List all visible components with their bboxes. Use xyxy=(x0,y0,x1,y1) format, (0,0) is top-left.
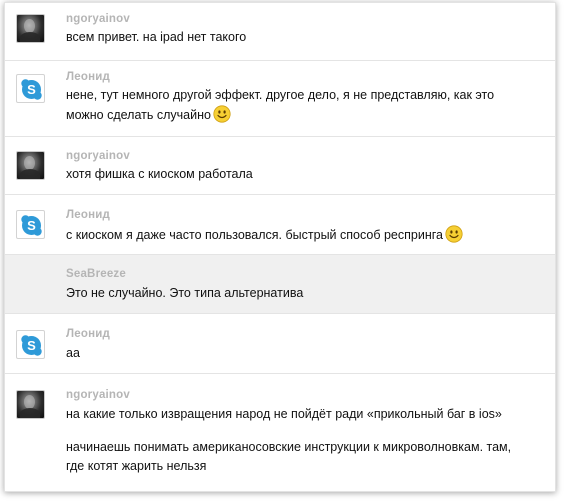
message-line: с киоском я даже часто пользовался. быст… xyxy=(66,228,443,242)
smiley-icon xyxy=(213,105,231,123)
message-line: Это не случайно. Это типа альтернатива xyxy=(66,286,304,300)
skype-logo-icon: S xyxy=(21,79,42,100)
message-line: можно сделать случайно xyxy=(66,108,211,122)
message-text: с киоском я даже часто пользовался. быст… xyxy=(66,225,544,245)
svg-text:S: S xyxy=(27,82,36,97)
message-line: на какие только извращения народ не пойд… xyxy=(66,407,502,421)
chat-message: ngoryainov всем привет. на ipad нет тако… xyxy=(5,3,555,61)
message-line: аа xyxy=(66,346,80,360)
chat-message: S Леонид аа xyxy=(5,314,555,374)
skype-logo-avatar: S xyxy=(16,330,45,359)
sender-name: Леонид xyxy=(66,209,111,221)
message-text: Это не случайно. Это типа альтернатива xyxy=(66,284,544,303)
smiley-icon xyxy=(445,225,463,243)
user-photo-avatar xyxy=(16,151,45,180)
message-text: на какие только извращения народ не пойд… xyxy=(66,405,544,424)
skype-logo-icon: S xyxy=(21,215,42,236)
chat-message: S Леонид с киоском я даже часто пользова… xyxy=(5,195,555,255)
chat-message: S Леонид нене, тут немного другой эффект… xyxy=(5,61,555,137)
user-photo-avatar xyxy=(16,14,45,43)
sender-name: ngoryainov xyxy=(66,13,130,25)
skype-logo-icon: S xyxy=(21,335,42,356)
message-text: аа xyxy=(66,344,544,363)
message-line: хотя фишка с киоском работала xyxy=(66,167,253,181)
message-line: где котят жарить нельзя xyxy=(66,459,207,473)
message-line: начинаешь понимать американосовские инст… xyxy=(66,440,512,454)
skype-logo-avatar: S xyxy=(16,74,45,103)
message-text: нене, тут немного другой эффект. другое … xyxy=(66,86,544,125)
skype-logo-avatar: S xyxy=(16,210,45,239)
svg-text:S: S xyxy=(27,218,36,233)
chat-message: ngoryainov на какие только извращения на… xyxy=(5,374,555,491)
sender-name: ngoryainov xyxy=(66,389,130,401)
sender-name: ngoryainov xyxy=(66,150,130,162)
user-photo-avatar xyxy=(16,390,45,419)
chat-message: SeaBreeze Это не случайно. Это типа альт… xyxy=(5,255,555,314)
sender-name: SeaBreeze xyxy=(66,268,126,280)
sender-name: Леонид xyxy=(66,328,111,340)
message-line: всем привет. на ipad нет такого xyxy=(66,30,247,44)
chat-message: ngoryainov хотя фишка с киоском работала xyxy=(5,137,555,195)
message-text: всем привет. на ipad нет такого xyxy=(66,28,544,47)
message-line: нене, тут немного другой эффект. другое … xyxy=(66,88,495,102)
sender-name: Леонид xyxy=(66,71,111,83)
message-text: начинаешь понимать американосовские инст… xyxy=(66,438,544,476)
chat-transcript: ngoryainov всем привет. на ipad нет тако… xyxy=(4,2,556,492)
svg-text:S: S xyxy=(27,338,36,353)
message-text: хотя фишка с киоском работала xyxy=(66,165,544,184)
